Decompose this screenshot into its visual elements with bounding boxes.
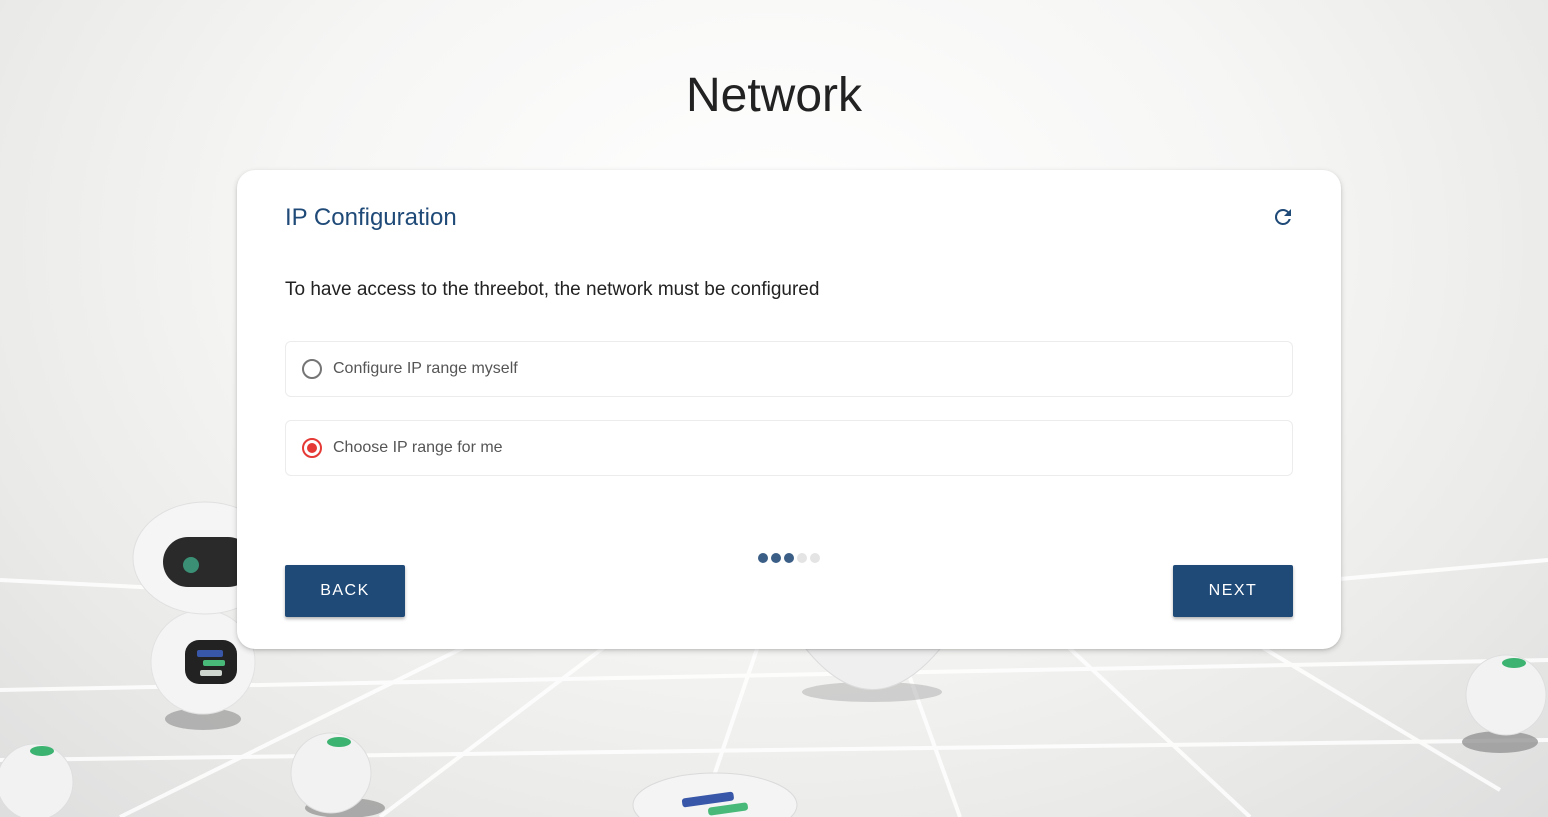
option-configure-ip-range-myself[interactable]: Configure IP range myself bbox=[285, 341, 1293, 397]
option-choose-ip-range-for-me[interactable]: Choose IP range for me bbox=[285, 420, 1293, 476]
step-dot bbox=[784, 553, 794, 563]
next-button[interactable]: NEXT bbox=[1173, 565, 1293, 617]
radio-dot bbox=[307, 443, 317, 453]
step-dot bbox=[758, 553, 768, 563]
radio-unselected-icon[interactable] bbox=[302, 359, 322, 379]
page-title: Network bbox=[685, 69, 863, 122]
network-setup-page: Network IP Configuration To have access … bbox=[0, 0, 1548, 817]
step-dot bbox=[810, 553, 820, 563]
option-label: Choose IP range for me bbox=[333, 439, 503, 456]
card-title: IP Configuration bbox=[285, 204, 457, 231]
network-description: To have access to the threebot, the netw… bbox=[285, 279, 820, 300]
step-progress-indicator bbox=[758, 553, 820, 563]
step-dot bbox=[771, 553, 781, 563]
back-button[interactable]: BACK bbox=[285, 565, 405, 617]
ip-configuration-card: IP Configuration To have access to the t… bbox=[237, 170, 1341, 649]
radio-selected-icon[interactable] bbox=[302, 438, 322, 458]
option-label: Configure IP range myself bbox=[333, 360, 518, 377]
step-dot bbox=[797, 553, 807, 563]
refresh-icon[interactable] bbox=[1271, 205, 1295, 229]
